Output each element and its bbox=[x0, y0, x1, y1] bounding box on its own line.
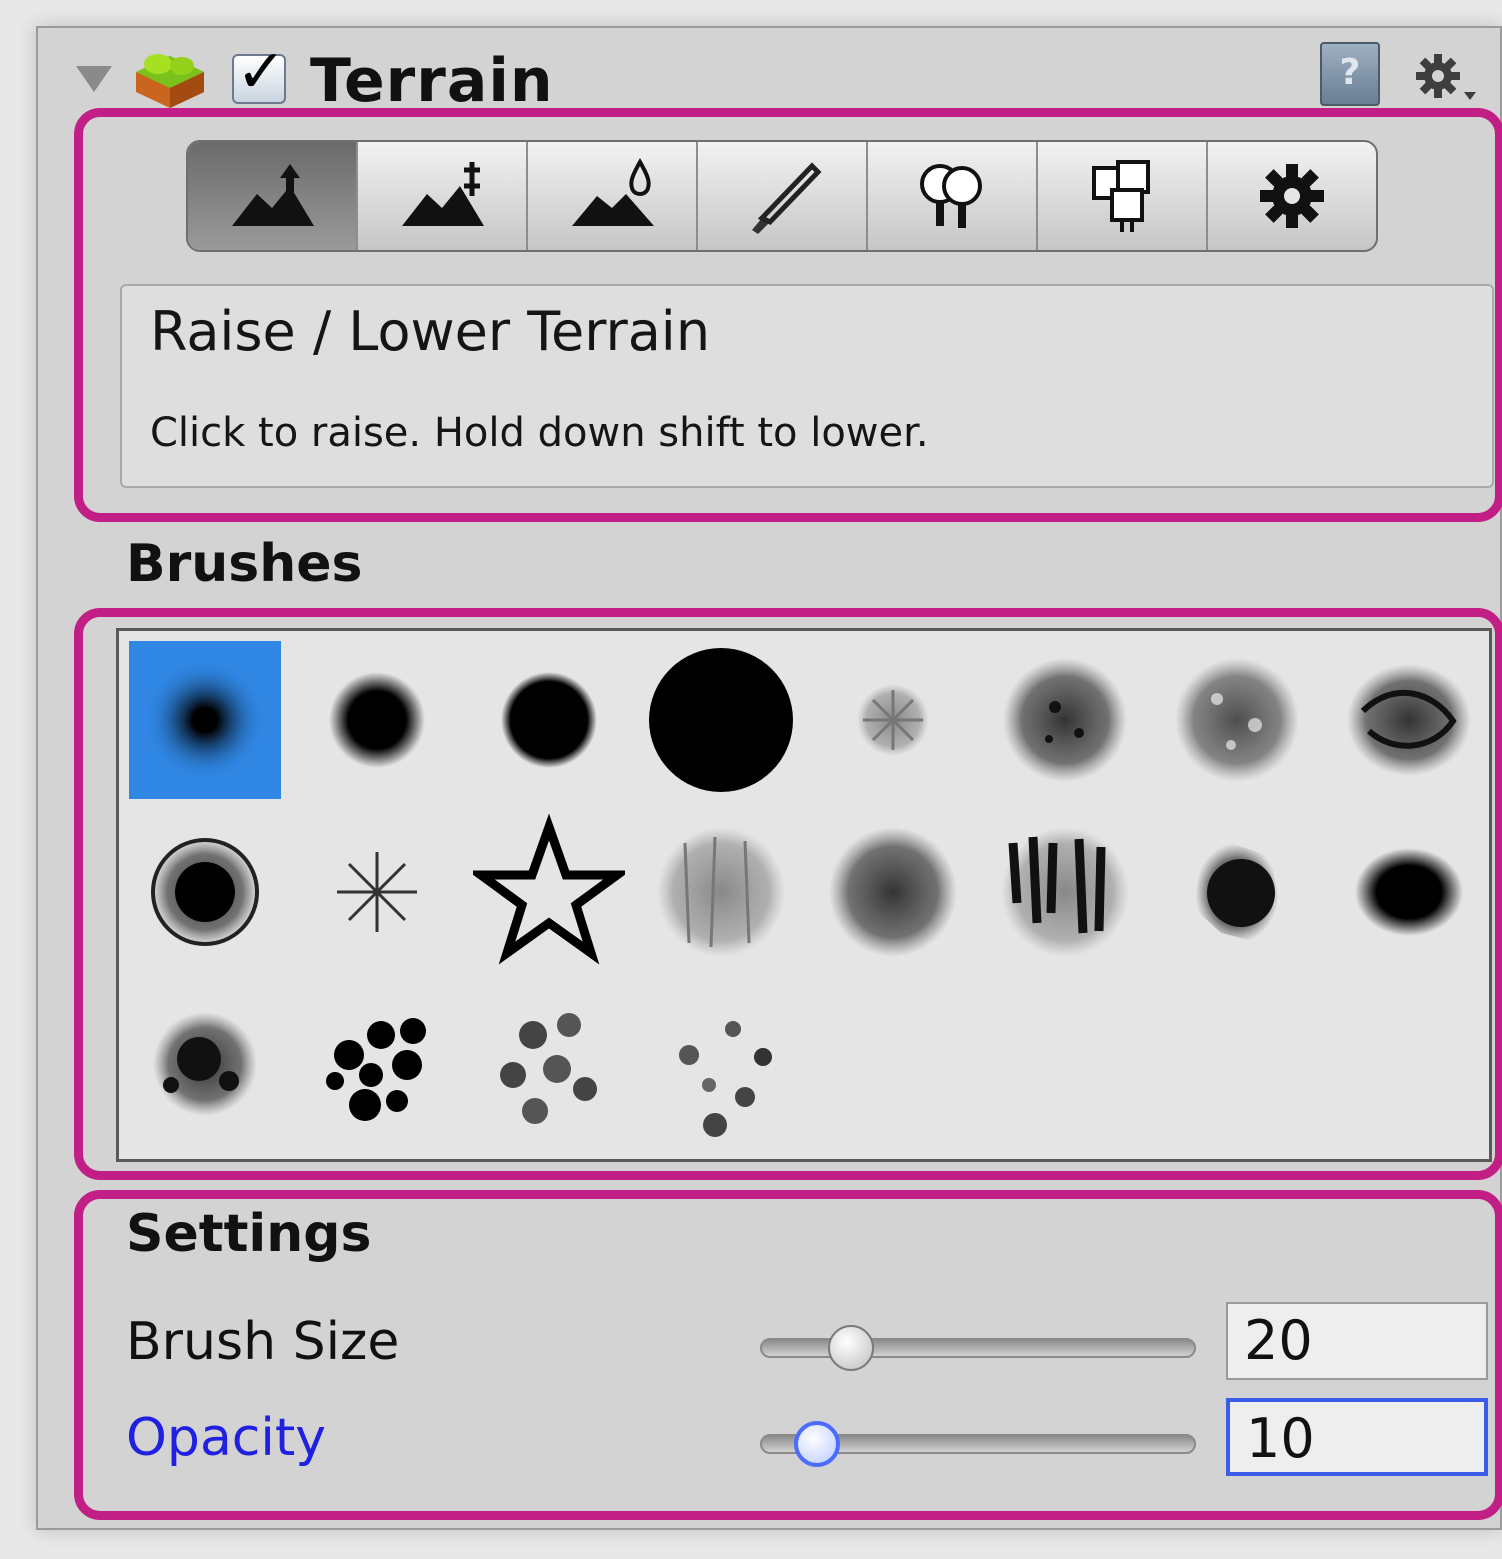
brush-size-slider-track[interactable] bbox=[760, 1338, 1196, 1358]
brush-soft-medium[interactable] bbox=[301, 641, 453, 799]
terrain-tool-toolbar bbox=[186, 140, 1378, 252]
brush-soft-blob[interactable] bbox=[1333, 813, 1485, 971]
gear-icon[interactable] bbox=[1410, 48, 1480, 108]
tool-hint: Click to raise. Hold down shift to lower… bbox=[150, 410, 929, 456]
brush-leaves[interactable] bbox=[473, 985, 625, 1143]
help-icon[interactable]: ? bbox=[1320, 42, 1380, 106]
brush-dots[interactable] bbox=[301, 985, 453, 1143]
paint-texture-icon bbox=[752, 162, 822, 234]
brush-sparse-leaves[interactable] bbox=[645, 985, 797, 1143]
checkmark-icon: ✓ bbox=[236, 37, 287, 107]
raise-lower-terrain-icon bbox=[232, 164, 314, 226]
opacity-slider-thumb[interactable] bbox=[794, 1421, 840, 1467]
terrain-inspector-panel: ✓ Terrain ? Raise / Lower Terrain Click … bbox=[36, 26, 1502, 1530]
brush-scribble[interactable] bbox=[1333, 641, 1485, 799]
tool-smooth-height[interactable] bbox=[528, 142, 698, 250]
brush-hard-large[interactable] bbox=[645, 641, 797, 799]
terrain-settings-icon bbox=[1260, 164, 1324, 228]
brush-texture-grain[interactable] bbox=[645, 813, 797, 971]
brush-scatter-small[interactable] bbox=[817, 641, 969, 799]
brush-texture-noise[interactable] bbox=[817, 813, 969, 971]
brush-soft-small[interactable] bbox=[129, 641, 281, 799]
brush-splat[interactable] bbox=[1161, 813, 1313, 971]
brush-size-field[interactable]: 20 bbox=[1226, 1302, 1488, 1380]
tool-place-trees[interactable] bbox=[868, 142, 1038, 250]
component-title: Terrain bbox=[310, 46, 554, 116]
opacity-field[interactable]: 10 bbox=[1226, 1398, 1488, 1476]
brush-grid bbox=[116, 628, 1492, 1162]
paint-details-icon bbox=[1092, 160, 1150, 232]
brush-streaks[interactable] bbox=[989, 813, 1141, 971]
tool-terrain-settings[interactable] bbox=[1208, 142, 1376, 250]
brush-star[interactable] bbox=[467, 813, 631, 971]
tool-description-box: Raise / Lower Terrain Click to raise. Ho… bbox=[120, 284, 1494, 488]
brush-size-slider-thumb[interactable] bbox=[828, 1325, 874, 1371]
brush-noise-2[interactable] bbox=[1161, 641, 1313, 799]
component-header: ✓ Terrain ? bbox=[38, 28, 1500, 116]
tool-paint-details[interactable] bbox=[1038, 142, 1208, 250]
brush-hard-medium[interactable] bbox=[473, 641, 625, 799]
brush-swirl[interactable] bbox=[129, 813, 281, 971]
settings-heading: Settings bbox=[126, 1204, 372, 1264]
brush-size-label: Brush Size bbox=[126, 1312, 400, 1372]
brush-cluster[interactable] bbox=[129, 985, 281, 1143]
foldout-arrow-icon[interactable] bbox=[76, 66, 112, 92]
tool-paint-texture[interactable] bbox=[698, 142, 868, 250]
tool-paint-height[interactable] bbox=[358, 142, 528, 250]
place-trees-icon bbox=[920, 164, 982, 228]
brush-starburst[interactable] bbox=[301, 813, 453, 971]
terrain-component-icon bbox=[136, 54, 204, 108]
paint-height-icon bbox=[402, 162, 484, 226]
brush-noise-1[interactable] bbox=[989, 641, 1141, 799]
tool-raise-lower[interactable] bbox=[188, 142, 358, 250]
smooth-height-icon bbox=[572, 157, 654, 226]
tool-title: Raise / Lower Terrain bbox=[150, 300, 711, 363]
component-enabled-checkbox[interactable]: ✓ bbox=[232, 42, 286, 104]
brushes-heading: Brushes bbox=[126, 534, 363, 594]
opacity-label: Opacity bbox=[126, 1408, 327, 1468]
